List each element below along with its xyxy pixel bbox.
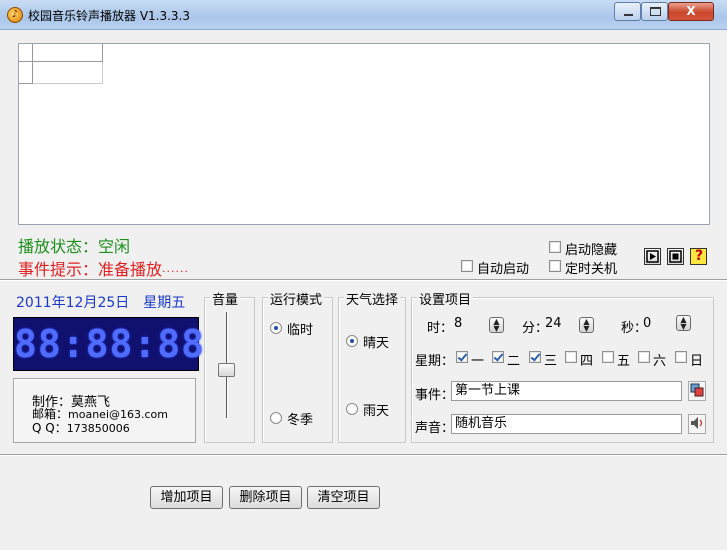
timed-shutdown-label: 定时关机 — [565, 262, 618, 277]
timed-shutdown-checkbox[interactable] — [549, 260, 561, 272]
run-mode-title: 运行模式 — [268, 289, 325, 308]
weekday-mon-checkbox[interactable] — [456, 351, 468, 363]
event-input[interactable]: 第一节上课 — [451, 381, 682, 401]
weather-rainy-label: 雨天 — [363, 404, 390, 419]
weekday-wed-checkbox[interactable] — [529, 351, 541, 363]
sound-picker-button[interactable] — [688, 414, 706, 434]
play-button[interactable] — [644, 248, 661, 265]
play-status-value: 空闲 — [98, 237, 131, 256]
sound-input[interactable]: 随机音乐 — [451, 414, 682, 434]
hour-label: 时： — [427, 321, 454, 336]
help-icon: ? — [695, 248, 704, 264]
grid-cell[interactable] — [33, 62, 103, 84]
run-mode-temporary-label: 临时 — [287, 323, 314, 338]
start-hidden-checkbox[interactable] — [549, 241, 561, 253]
weekday-tue-label: 二 — [507, 354, 521, 369]
weekday-sat-checkbox[interactable] — [638, 351, 650, 363]
stop-icon — [669, 250, 682, 263]
second-spinner[interactable]: ▲ ▼ — [676, 315, 691, 331]
clear-items-button[interactable]: 清空项目 — [307, 486, 380, 509]
event-picker-button[interactable] — [688, 381, 706, 401]
grid-corner-cell — [19, 44, 33, 62]
volume-slider-thumb[interactable] — [218, 363, 235, 377]
minimize-button[interactable] — [614, 2, 641, 21]
current-date: 2011年12月25日 星期五 — [16, 292, 199, 312]
run-mode-temporary-radio[interactable] — [270, 322, 282, 334]
delete-item-button[interactable]: 删除项目 — [229, 486, 302, 509]
window-title: 校园音乐铃声播放器 V1.3.3.3 — [28, 9, 191, 23]
add-item-button[interactable]: 增加项目 — [150, 486, 223, 509]
settings-title: 设置项目 — [417, 289, 474, 308]
weather-group — [338, 297, 406, 443]
weather-title: 天气选择 — [344, 289, 401, 308]
event-list[interactable] — [18, 43, 710, 225]
event-picker-icon — [690, 383, 704, 397]
weekday-sun-label: 日 — [690, 354, 704, 369]
maximize-icon — [650, 7, 661, 16]
stop-button[interactable] — [667, 248, 684, 265]
event-label: 事件： — [415, 388, 455, 403]
volume-label: 音量 — [210, 289, 241, 308]
weather-sunny-radio[interactable] — [346, 335, 358, 347]
run-mode-winter-radio[interactable] — [270, 412, 282, 424]
grid-header-cell[interactable] — [33, 44, 103, 62]
hour-spinner[interactable]: ▲ ▼ — [489, 317, 504, 333]
weekday-wed-label: 三 — [544, 354, 558, 369]
title-bar[interactable]: ♪ 校园音乐铃声播放器 V1.3.3.3 X — [0, 0, 727, 30]
event-hint-label: 事件提示： — [18, 260, 99, 279]
weekday-thu-checkbox[interactable] — [565, 351, 577, 363]
weather-sunny-label: 晴天 — [363, 336, 390, 351]
minute-spinner[interactable]: ▲ ▼ — [579, 317, 594, 333]
play-status-label: 播放状态： — [18, 237, 99, 256]
weekday-sat-label: 六 — [653, 354, 667, 369]
app-icon: ♪ — [7, 7, 23, 23]
speaker-icon — [691, 417, 703, 429]
close-button[interactable]: X — [668, 2, 714, 21]
run-mode-winter-label: 冬季 — [287, 413, 314, 428]
event-hint-dots: ······ — [162, 265, 190, 278]
weekday-fri-checkbox[interactable] — [602, 351, 614, 363]
weekday-thu-label: 四 — [580, 354, 594, 369]
weekday-fri-label: 五 — [617, 354, 631, 369]
digital-clock: 88:88:88 — [13, 317, 204, 371]
weekday-sun-checkbox[interactable] — [675, 351, 687, 363]
event-hint: 事件提示：准备播放······ — [18, 256, 189, 280]
sound-label: 声音： — [415, 421, 455, 436]
separator-top — [0, 279, 727, 281]
weekday-label: 星期： — [415, 354, 455, 369]
minimize-icon — [624, 14, 633, 16]
help-button[interactable]: ? — [690, 248, 707, 265]
close-icon: X — [686, 4, 696, 18]
grid-row-header[interactable] — [19, 62, 33, 84]
date-value: 2011年12月25日 — [16, 295, 130, 311]
weekday-tue-checkbox[interactable] — [492, 351, 504, 363]
weekday-value: 星期五 — [143, 295, 186, 311]
separator-bottom — [0, 454, 727, 456]
qq-line: Q Q：173850006 — [32, 421, 130, 435]
event-hint-value: 准备播放 — [98, 260, 163, 279]
play-status: 播放状态：空闲 — [18, 233, 130, 257]
weather-rainy-radio[interactable] — [346, 403, 358, 415]
auto-start-checkbox[interactable] — [461, 260, 473, 272]
play-icon — [646, 250, 659, 263]
weekday-mon-label: 一 — [471, 354, 485, 369]
credits-panel: 制作：莫燕飞 邮箱：moanei@163.com Q Q：173850006 — [13, 378, 196, 443]
auto-start-label: 自动启动 — [477, 262, 530, 277]
start-hidden-label: 启动隐藏 — [565, 243, 618, 258]
maximize-button[interactable] — [641, 2, 668, 21]
